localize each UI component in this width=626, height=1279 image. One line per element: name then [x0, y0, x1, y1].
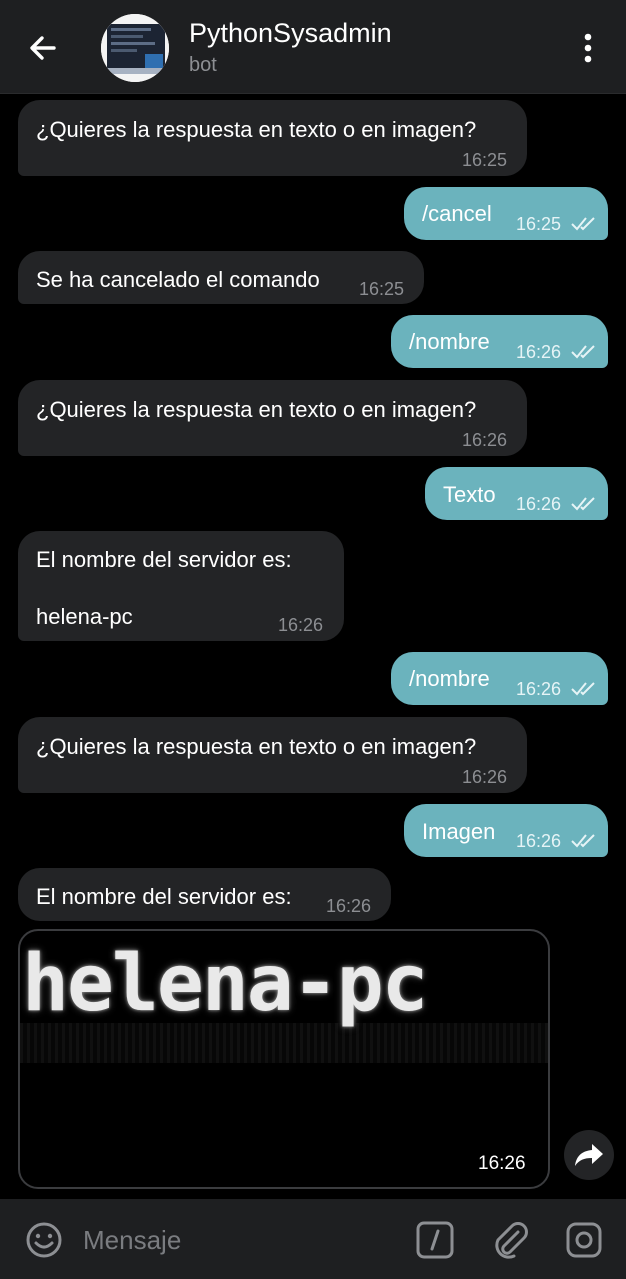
message-time: 16:26: [462, 430, 508, 450]
message-time: 16:26: [516, 342, 562, 362]
chat-title[interactable]: PythonSysadmin: [189, 18, 392, 49]
outgoing-message[interactable]: /nombre 16:26: [391, 652, 608, 705]
message-time: 16:26: [516, 831, 562, 851]
message-text: ¿Quieres la respuesta en texto o en imag…: [36, 397, 477, 422]
message-text: Texto: [443, 482, 496, 507]
message-text: ¿Quieres la respuesta en texto o en imag…: [36, 734, 477, 759]
double-check-icon: [571, 345, 595, 359]
incoming-message[interactable]: ¿Quieres la respuesta en texto o en imag…: [18, 717, 527, 793]
incoming-message[interactable]: El nombre del servidor es: 16:26: [18, 868, 391, 921]
message-list[interactable]: ¿Quieres la respuesta en texto o en imag…: [0, 94, 626, 1198]
chat-subtitle: bot: [189, 54, 217, 76]
message-time: 16:25: [516, 214, 562, 234]
incoming-message[interactable]: Se ha cancelado el comando 16:25: [18, 251, 424, 304]
message-text: Imagen: [422, 819, 496, 844]
avatar[interactable]: [101, 14, 169, 82]
message-time: 16:26: [516, 679, 562, 699]
message-time: 16:26: [278, 615, 324, 635]
message-text-line1: El nombre del servidor es:: [36, 547, 292, 572]
outgoing-message[interactable]: /nombre 16:26: [391, 315, 608, 368]
message-text: /nombre: [409, 329, 490, 354]
double-check-icon: [571, 834, 595, 848]
message-text: ¿Quieres la respuesta en texto o en imag…: [36, 117, 477, 142]
image-message[interactable]: helena-pc 16:26: [18, 929, 550, 1189]
message-time: 16:25: [462, 150, 508, 170]
message-time: 16:26: [478, 1153, 526, 1174]
double-check-icon: [571, 682, 595, 696]
message-time: 16:25: [359, 279, 405, 299]
emoji-icon[interactable]: [22, 1218, 66, 1262]
image-noise: [20, 1023, 548, 1063]
bot-command-icon[interactable]: [413, 1218, 457, 1262]
forward-button[interactable]: [564, 1130, 614, 1180]
message-text: /nombre: [409, 666, 490, 691]
double-check-icon: [571, 217, 595, 231]
chat-header: PythonSysadmin bot: [0, 0, 626, 94]
message-text: El nombre del servidor es:: [36, 884, 292, 909]
message-time: 16:26: [326, 896, 372, 916]
incoming-message[interactable]: ¿Quieres la respuesta en texto o en imag…: [18, 380, 527, 456]
message-text-line2: helena-pc: [36, 604, 133, 629]
outgoing-message[interactable]: Texto 16:26: [425, 467, 608, 520]
message-time: 16:26: [462, 767, 508, 787]
message-input-bar: Mensaje: [0, 1199, 626, 1279]
incoming-message[interactable]: ¿Quieres la respuesta en texto o en imag…: [18, 100, 527, 176]
message-input[interactable]: Mensaje: [83, 1225, 181, 1256]
double-check-icon: [571, 497, 595, 511]
back-arrow-icon[interactable]: [24, 30, 64, 66]
more-vert-icon[interactable]: [574, 30, 602, 66]
camera-icon[interactable]: [562, 1218, 606, 1262]
forward-icon: [575, 1144, 603, 1166]
outgoing-message[interactable]: /cancel 16:25: [404, 187, 608, 240]
message-time: 16:26: [516, 494, 562, 514]
message-text: Se ha cancelado el comando: [36, 267, 320, 292]
incoming-message[interactable]: El nombre del servidor es: helena-pc 16:…: [18, 531, 344, 641]
message-text: /cancel: [422, 201, 492, 226]
image-content: helena-pc: [22, 939, 429, 1029]
attach-icon[interactable]: [488, 1218, 532, 1262]
outgoing-message[interactable]: Imagen 16:26: [404, 804, 608, 857]
